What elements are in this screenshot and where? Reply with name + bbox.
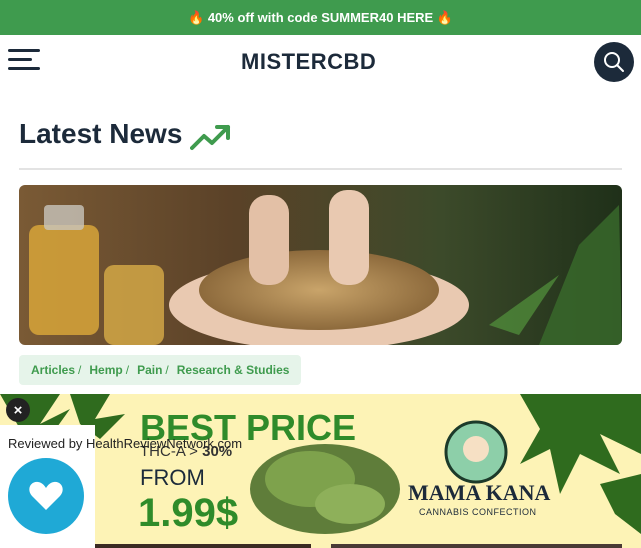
ad-brand-sub: CANNABIS CONFECTION <box>419 507 537 517</box>
promo-text[interactable]: 🔥 40% off with code SUMMER40 HERE 🔥 <box>188 10 453 26</box>
trending-up-icon <box>190 125 230 150</box>
menu-button[interactable] <box>8 47 40 73</box>
ad-brand: MAMA KANA <box>408 480 550 505</box>
article-hero-image[interactable] <box>19 185 622 345</box>
promo-banner[interactable]: 🔥 40% off with code SUMMER40 HERE 🔥 <box>0 0 641 35</box>
review-badge-text[interactable]: Reviewed by HealthReviewNetwork.com <box>8 436 242 451</box>
hamburger-icon <box>8 49 40 52</box>
article-categories: Articles / Hemp / Pain / Research & Studies <box>19 355 302 385</box>
article-thumbnail[interactable] <box>331 544 622 548</box>
section-title: Latest News <box>19 118 183 149</box>
site-logo[interactable]: MISTERCBD <box>241 49 376 75</box>
category-link[interactable]: Hemp <box>89 363 122 377</box>
ad-from-label: FROM <box>140 465 205 490</box>
heart-icon <box>29 481 63 510</box>
review-badge-button[interactable] <box>8 458 84 534</box>
close-icon: × <box>13 401 23 419</box>
search-icon <box>604 52 624 72</box>
close-ad-button[interactable]: × <box>6 398 30 422</box>
ad-price: 1.99$ <box>138 491 238 535</box>
category-link[interactable]: Articles <box>31 363 75 377</box>
site-header: MISTERCBD <box>0 35 641 90</box>
ad-banner[interactable]: BEST PRICE THC-A > 30% FROM 1.99$ MAMA K… <box>0 394 641 548</box>
search-button[interactable] <box>594 42 634 82</box>
category-link[interactable]: Pain <box>137 363 162 377</box>
section-divider <box>19 168 622 170</box>
category-link[interactable]: Research & Studies <box>177 363 290 377</box>
